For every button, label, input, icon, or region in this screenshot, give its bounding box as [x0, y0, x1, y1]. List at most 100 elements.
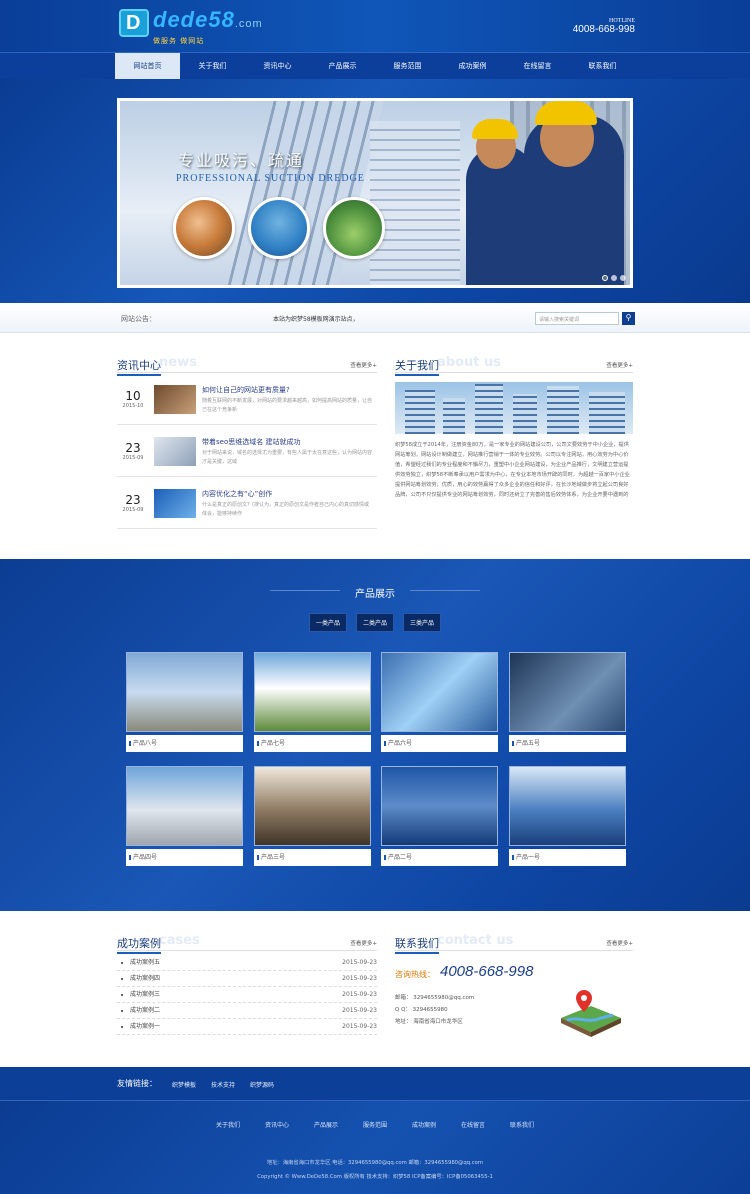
news-item[interactable]: 10 2015-10 如何让自己的网站更有质量? 随着互联网的不断发展，对网站的…	[117, 381, 377, 425]
product-image[interactable]	[381, 766, 498, 846]
slider-dot[interactable]	[602, 275, 608, 281]
case-item[interactable]: 成功案例四 2015-09-23	[117, 971, 377, 987]
service-photo-1	[173, 197, 235, 259]
about-more-link[interactable]: 查看更多+	[606, 361, 633, 369]
footer-nav-about[interactable]: 关于我们	[216, 1120, 240, 1129]
friend-link[interactable]: 织梦模板	[172, 1080, 196, 1089]
case-item[interactable]: 成功案例一 2015-09-23	[117, 1019, 377, 1035]
news-title-link[interactable]: 内容优化之有“心”创作	[202, 489, 272, 499]
products-title: 产品展示	[355, 589, 395, 600]
news-title-link[interactable]: 带着seo思维选域名 建站就成功	[202, 437, 300, 447]
hotline: HOTLINE 4008-668-998	[573, 18, 635, 35]
nav-item-home[interactable]: 网站首页	[115, 53, 180, 80]
nav-item-message[interactable]: 在线留言	[505, 53, 570, 80]
product-name[interactable]: 产品六号	[381, 735, 498, 752]
tab-category-2[interactable]: 二类产品	[355, 613, 394, 632]
product-name[interactable]: 产品四号	[126, 849, 243, 866]
news-item[interactable]: 23 2015-09 带着seo思维选域名 建站就成功 对于网站来说，域名的选择…	[117, 433, 377, 477]
product-image[interactable]	[381, 652, 498, 732]
logo-name: dede58	[153, 7, 235, 32]
news-item[interactable]: 23 2015-09 内容优化之有“心”创作 什么是真正的原创文？(搜认为，真正…	[117, 485, 377, 529]
nav-item-contact[interactable]: 联系我们	[570, 53, 635, 80]
news-thumbnail[interactable]	[154, 437, 196, 466]
about-text: 织梦58成立于2014年，注册资金80万，是一家专业的网站建设公司，公司文要效劳…	[395, 442, 630, 498]
banner-slide[interactable]: 专业吸污、疏通 PROFESSIONAL SUCTION DREDGE	[117, 98, 633, 288]
footer: 关于我们 资讯中心 产品展示 服务范围 成功案例 在线留言 联系我们 地址：海南…	[0, 1101, 750, 1194]
product-image[interactable]	[254, 766, 371, 846]
news-desc: 随着互联网的不断发展，对网站的要求越来越高，如何提高网站的质量，让自己在这个竞争…	[202, 398, 373, 413]
footer-nav-services[interactable]: 服务范围	[363, 1120, 387, 1129]
contact-title: 联系我们	[395, 935, 439, 954]
friend-link[interactable]: 织梦源码	[250, 1080, 274, 1089]
product-image[interactable]	[126, 652, 243, 732]
contact-more-link[interactable]: 查看更多+	[606, 939, 633, 947]
hard-hat-icon	[472, 119, 518, 139]
product-name[interactable]: 产品一号	[509, 849, 626, 866]
cases-title: 成功案例	[117, 935, 161, 954]
product-name[interactable]: 产品七号	[254, 735, 371, 752]
friend-link[interactable]: 技术支持	[211, 1080, 235, 1089]
footer-nav: 关于我们 资讯中心 产品展示 服务范围 成功案例 在线留言 联系我们	[0, 1120, 750, 1129]
product-name[interactable]: 产品二号	[381, 849, 498, 866]
product-card[interactable]: 产品三号	[254, 766, 371, 868]
footer-copyright: Copyright © Www.DeDe58.Com 版权所有 技术支持：织梦5…	[257, 1174, 493, 1180]
slider-dots	[602, 275, 626, 281]
contact-hotline-number: 4008-668-998	[440, 963, 534, 980]
news-thumbnail[interactable]	[154, 385, 196, 414]
news-thumbnail[interactable]	[154, 489, 196, 518]
product-card[interactable]: 产品六号	[381, 652, 498, 754]
tab-category-3[interactable]: 三类产品	[403, 613, 442, 632]
product-card[interactable]: 产品一号	[509, 766, 626, 868]
nav-item-products[interactable]: 产品展示	[310, 53, 375, 80]
nav-item-about[interactable]: 关于我们	[180, 53, 245, 80]
footer-nav-message[interactable]: 在线留言	[461, 1120, 485, 1129]
notice-label: 网站公告：	[121, 315, 156, 323]
products-section: 产品展示 一类产品 二类产品 三类产品 产品八号 产品七号 产品六号 产品五号 …	[0, 559, 750, 911]
product-image[interactable]	[254, 652, 371, 732]
contact-address: 地址： 海南省海口市龙华区	[395, 1019, 463, 1025]
product-card[interactable]: 产品五号	[509, 652, 626, 754]
nav-item-services[interactable]: 服务范围	[375, 53, 440, 80]
site-logo[interactable]: D dede58.com 做服务 做网站	[119, 9, 263, 46]
hotline-number: 4008-668-998	[572, 24, 635, 35]
search-button[interactable]: ⚲	[622, 312, 635, 325]
product-card[interactable]: 产品四号	[126, 766, 243, 868]
news-title-link[interactable]: 如何让自己的网站更有质量?	[202, 385, 290, 395]
logo-mark-icon: D	[119, 9, 149, 37]
case-item[interactable]: 成功案例二 2015-09-23	[117, 1003, 377, 1019]
about-image	[395, 382, 633, 434]
footer-nav-products[interactable]: 产品展示	[314, 1120, 338, 1129]
logo-domain: .com	[234, 18, 263, 30]
news-more-link[interactable]: 查看更多+	[350, 361, 377, 369]
product-card[interactable]: 产品二号	[381, 766, 498, 868]
case-item[interactable]: 成功案例三 2015-09-23	[117, 987, 377, 1003]
footer-nav-cases[interactable]: 成功案例	[412, 1120, 436, 1129]
search-input[interactable]: 请输入搜索关键词	[535, 312, 619, 325]
nav-item-news[interactable]: 资讯中心	[245, 53, 310, 80]
news-desc: 什么是真正的原创文？(搜认为，真正的原创文是作者自己内心的真切感情或体会，能够持…	[202, 502, 369, 517]
friend-links: 友情链接： 织梦模板 技术支持 织梦源码	[0, 1067, 750, 1101]
product-card[interactable]: 产品七号	[254, 652, 371, 754]
product-image[interactable]	[126, 766, 243, 846]
product-name[interactable]: 产品八号	[126, 735, 243, 752]
contact-header: contact us 联系我们 查看更多+	[395, 933, 633, 954]
product-name[interactable]: 产品三号	[254, 849, 371, 866]
banner-subtitle: PROFESSIONAL SUCTION DREDGE	[176, 173, 365, 184]
search-box: 请输入搜索关键词 ⚲	[535, 312, 635, 325]
case-item[interactable]: 成功案例五 2015-09-23	[117, 955, 377, 971]
product-name[interactable]: 产品五号	[509, 735, 626, 752]
nav-item-cases[interactable]: 成功案例	[440, 53, 505, 80]
footer-nav-contact[interactable]: 联系我们	[510, 1120, 534, 1129]
product-image[interactable]	[509, 652, 626, 732]
tab-category-1[interactable]: 一类产品	[308, 613, 347, 632]
search-icon: ⚲	[625, 313, 632, 322]
banner-section: 专业吸污、疏通 PROFESSIONAL SUCTION DREDGE	[0, 79, 750, 303]
product-image[interactable]	[509, 766, 626, 846]
footer-nav-news[interactable]: 资讯中心	[265, 1120, 289, 1129]
product-card[interactable]: 产品八号	[126, 652, 243, 754]
cases-more-link[interactable]: 查看更多+	[350, 939, 377, 947]
slider-dot[interactable]	[620, 275, 626, 281]
banner-title: 专业吸污、疏通	[178, 151, 305, 170]
notice-text[interactable]: 本站为织梦58模板网演示站点，	[273, 314, 359, 323]
slider-dot[interactable]	[611, 275, 617, 281]
